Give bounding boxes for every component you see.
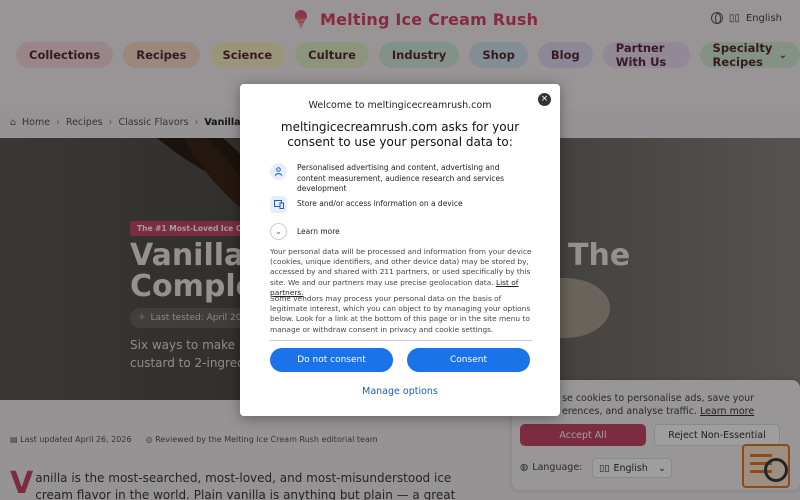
consent-purpose: Personalised advertising and content, ad… [270, 163, 529, 195]
close-icon[interactable]: × [538, 93, 551, 106]
consent-paragraph: Your personal data will be processed and… [270, 247, 532, 298]
person-icon [274, 167, 283, 176]
consent-dialog: Welcome to meltingicecreamrush.com × mel… [240, 84, 560, 416]
chevron-down-icon: ⌄ [270, 223, 287, 240]
consent-title: meltingicecreamrush.com asks for your co… [280, 120, 520, 149]
person-icon [270, 163, 287, 180]
device-icon [270, 196, 287, 213]
consent-button[interactable]: Consent [407, 348, 530, 372]
purpose-text: Personalised advertising and content, ad… [297, 163, 504, 193]
consent-welcome: Welcome to meltingicecreamrush.com [308, 100, 492, 111]
manage-options-link[interactable]: Manage options [240, 386, 560, 397]
consent-purpose: Store and/or access information on a dev… [270, 196, 529, 213]
consent-paragraph: Some vendors may process your personal d… [270, 294, 531, 334]
learn-more-label: Learn more [297, 227, 340, 236]
learn-more-toggle[interactable]: ⌄ Learn more [270, 223, 340, 240]
divider [270, 340, 532, 341]
consent-paragraph-text: Your personal data will be processed and… [270, 247, 532, 287]
purpose-text: Store and/or access information on a dev… [297, 199, 463, 208]
device-icon [273, 200, 284, 209]
do-not-consent-button[interactable]: Do not consent [270, 348, 393, 372]
